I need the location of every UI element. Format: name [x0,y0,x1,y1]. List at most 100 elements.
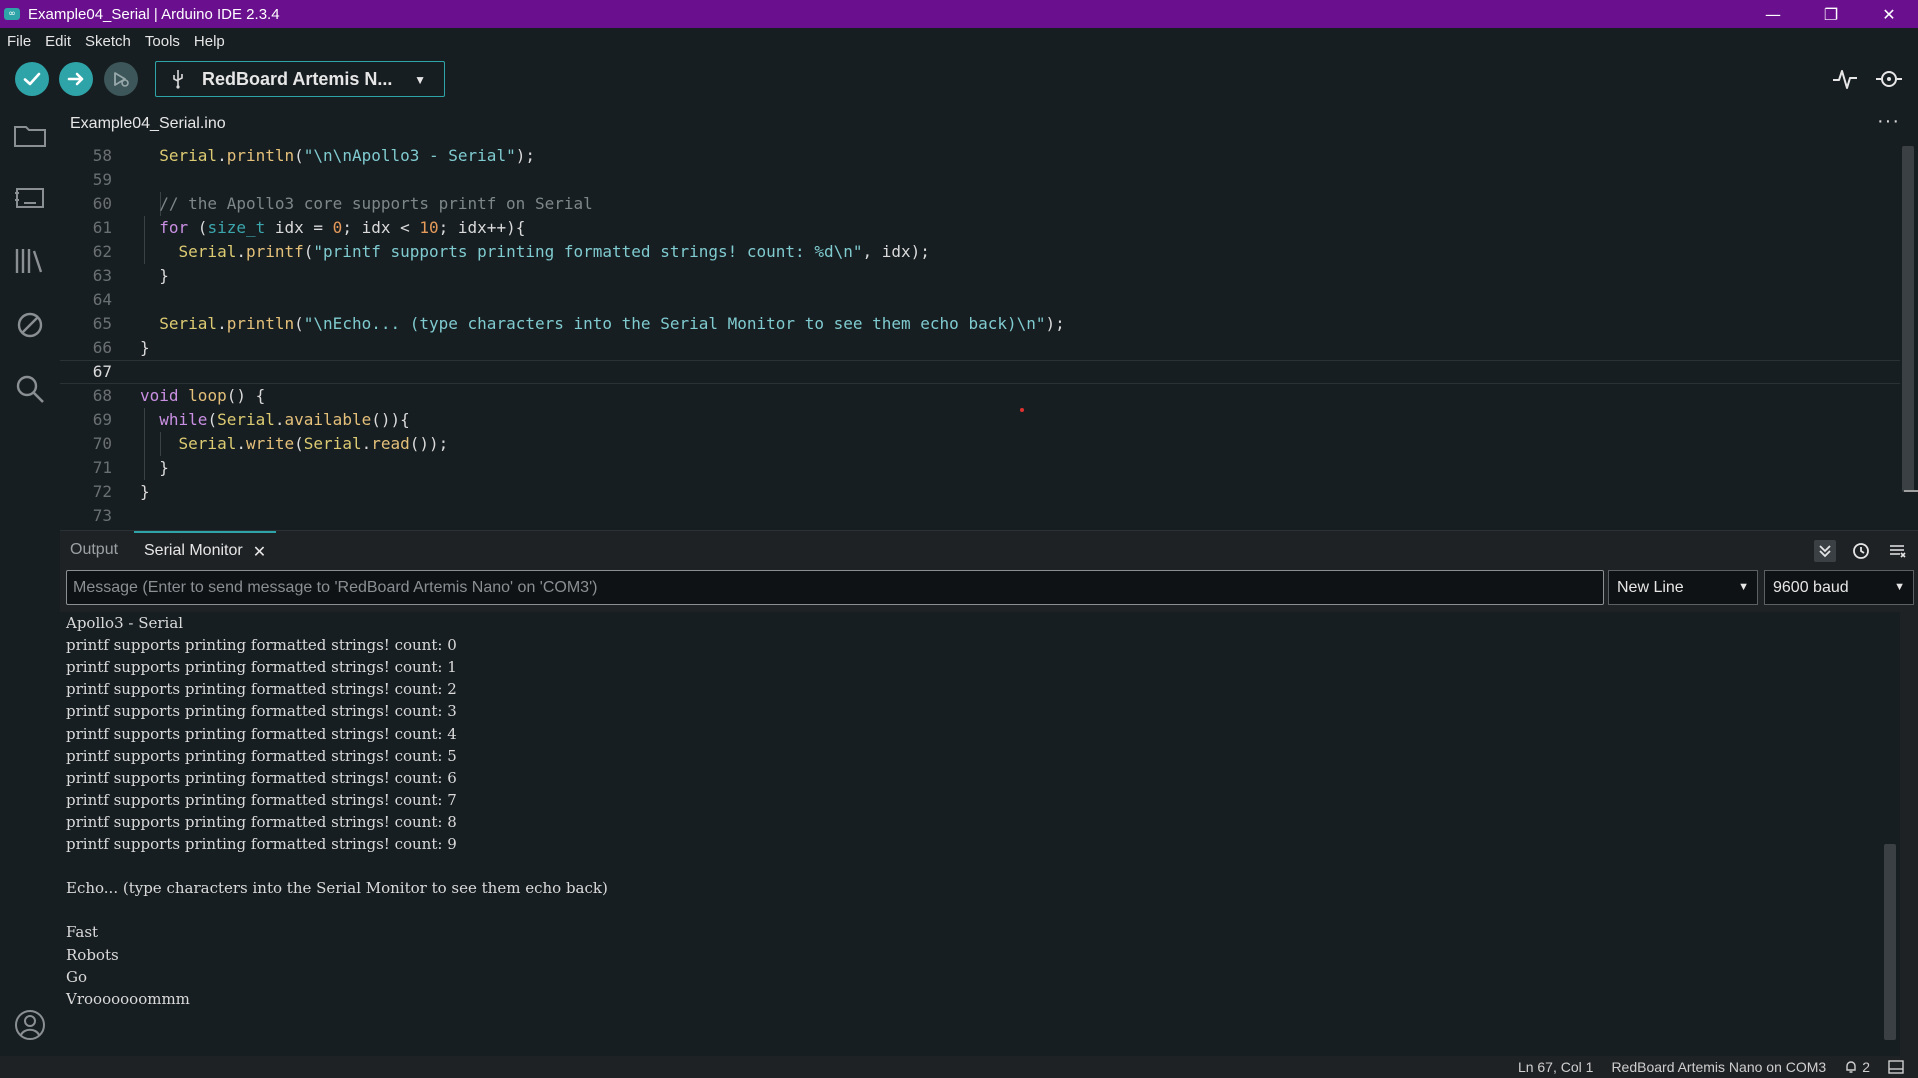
serial-output-line: printf supports printing formatted strin… [66,790,457,809]
scroll-position-marker [1904,490,1918,492]
code-line[interactable]: 63 } [60,264,1900,288]
line-number: 73 [92,506,112,525]
code-token: void [140,386,179,405]
code-token: ()){ [371,410,410,429]
code-line[interactable]: 70 Serial.write(Serial.read()); [60,432,1900,456]
code-token: while [159,410,208,429]
code-line[interactable]: 72} [60,480,1900,504]
code-token: available [284,410,372,429]
line-number: 68 [92,386,112,405]
code-token: 0 [332,218,343,237]
line-ending-select[interactable]: New Line ▼ [1608,570,1758,605]
autoscroll-button[interactable] [1814,540,1836,562]
code-line[interactable]: 60 // the Apollo3 core supports printf o… [60,192,1900,216]
code-line[interactable]: 69 while(Serial.available()){ [60,408,1900,432]
code-line[interactable]: 62 Serial.printf("printf supports printi… [60,240,1900,264]
line-number: 65 [92,314,112,333]
menu-tools[interactable]: Tools [138,33,187,50]
code-line[interactable]: 67 [60,360,1900,384]
code-line[interactable]: 64 [60,288,1900,312]
code-line[interactable]: 66} [60,336,1900,360]
minimize-button[interactable]: — [1744,0,1802,28]
autoscroll-icon [1819,545,1831,558]
panel-toggle-button[interactable] [1888,1060,1904,1074]
line-number: 71 [92,458,112,477]
close-button[interactable]: ✕ [1860,0,1918,28]
code-line[interactable]: 73 [60,504,1900,528]
code-token: Serial [178,434,237,453]
board-selector[interactable]: RedBoard Artemis N... ▼ [155,61,445,97]
tab-output[interactable]: Output [70,531,118,569]
line-number: 63 [92,266,112,285]
code-token: "\n\nApollo3 - Serial" [303,146,516,165]
code-line[interactable]: 65 Serial.println("\nEcho... (type chara… [60,312,1900,336]
code-token: } [140,266,169,285]
baud-rate-value: 9600 baud [1773,578,1849,596]
bottom-panel-header: Output Serial Monitor ✕ [60,530,1918,568]
serial-plotter-button[interactable] [1830,64,1860,94]
serial-output-line: printf supports printing formatted strin… [66,835,457,853]
baud-rate-select[interactable]: 9600 baud ▼ [1764,570,1914,605]
line-number: 61 [92,218,112,237]
code-token: Serial [217,410,275,429]
verify-button[interactable] [15,62,49,96]
timestamp-button[interactable] [1850,540,1872,562]
debug-button[interactable] [104,62,138,96]
more-options-icon[interactable]: ··· [1877,110,1900,133]
menu-file[interactable]: File [0,33,38,50]
line-number: 66 [92,338,112,357]
boards-manager-button[interactable] [13,180,47,214]
serial-message-input[interactable] [66,570,1604,605]
code-line[interactable]: 68 void loop() { [60,384,1900,408]
serial-output-line: printf supports printing formatted strin… [66,658,457,677]
code-token: . [217,146,227,165]
code-token: write [245,434,295,453]
code-editor[interactable]: 58 Serial.println("\n\nApollo3 - Serial"… [60,144,1918,530]
code-token: printf [245,242,304,261]
serial-output-line: printf supports printing formatted strin… [66,702,457,721]
maximize-button[interactable]: ❐ [1802,0,1860,28]
debug-sidebar-button[interactable] [13,308,47,342]
sketchbook-button[interactable] [13,118,47,152]
sketchbook-icon [14,126,46,147]
menu-sketch[interactable]: Sketch [78,33,138,50]
code-token: Serial [159,314,218,333]
upload-button[interactable] [59,62,93,96]
code-line[interactable]: 59 [60,168,1900,192]
code-token: size_t [207,218,266,237]
editor-scrollbar[interactable] [1902,146,1914,492]
library-manager-button[interactable] [13,244,47,278]
code-token: Serial [159,146,218,165]
code-line[interactable]: 58 Serial.println("\n\nApollo3 - Serial"… [60,144,1900,168]
close-icon[interactable]: ✕ [253,542,266,561]
clear-output-button[interactable] [1886,540,1908,562]
code-line[interactable]: 61 for (size_t idx = 0; idx < 10; idx++)… [60,216,1900,240]
serial-output-line: printf supports printing formatted strin… [66,724,457,743]
serial-output-line: Fast [66,923,99,942]
code-token: ( [294,314,304,333]
search-button[interactable] [13,372,47,406]
menu-edit[interactable]: Edit [38,33,78,50]
serial-scrollbar[interactable] [1884,844,1896,1040]
serial-monitor-icon [1876,71,1902,87]
serial-monitor-button[interactable] [1874,64,1904,94]
code-token: ( [303,242,314,261]
code-token: println [226,146,295,165]
menu-help[interactable]: Help [187,33,232,50]
chevron-down-icon: ▼ [1738,581,1749,593]
activity-sidebar [0,104,60,1056]
account-button[interactable] [13,1008,47,1042]
notifications-button[interactable]: 2 [1844,1059,1870,1075]
code-line[interactable]: 71 } [60,456,1900,480]
code-token: ()); [409,434,449,453]
serial-output-line: printf supports printing formatted strin… [66,812,457,831]
tab-example04-serial[interactable]: Example04_Serial.ino [60,104,236,144]
code-token: ; idx < [342,218,420,237]
tab-output-label: Output [70,541,119,558]
serial-output-line: Robots [66,945,119,964]
code-token: println [226,314,295,333]
tab-serial-monitor[interactable]: Serial Monitor ✕ [134,531,277,569]
